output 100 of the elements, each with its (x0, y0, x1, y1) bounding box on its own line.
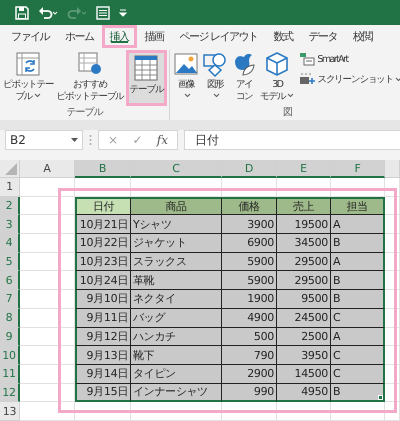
ribbon-button[interactable]: スクリーンショット (298, 70, 400, 88)
table-header-cell[interactable]: 日付 (75, 196, 131, 216)
column-header[interactable]: C (131, 160, 222, 178)
table-cell[interactable]: 10月23日 (75, 252, 131, 272)
table-cell[interactable]: ネクタイ (131, 290, 222, 309)
row-header[interactable]: 6 (0, 271, 20, 290)
table-cell[interactable]: 990 (222, 384, 277, 402)
table-cell[interactable]: 19500 (277, 215, 331, 234)
formula-field[interactable]: 日付 (184, 130, 400, 150)
column-header[interactable] (385, 160, 400, 178)
table-cell[interactable]: 9月11日 (75, 308, 131, 328)
grid-cell[interactable] (385, 346, 400, 365)
table-cell[interactable]: 5900 (222, 271, 277, 290)
table-cell[interactable]: スラックス (131, 252, 222, 272)
ribbon-button[interactable]: 図形 (201, 50, 230, 106)
table-header-cell[interactable]: 価格 (222, 196, 277, 216)
grid-cell[interactable] (222, 402, 277, 421)
row-header[interactable]: 13 (0, 402, 20, 421)
table-cell[interactable]: 790 (222, 346, 277, 365)
row-header[interactable]: 3 (0, 215, 20, 234)
grid-cell[interactable] (20, 402, 75, 421)
row-header[interactable]: 8 (0, 308, 20, 328)
formula-button[interactable]: fx (154, 133, 171, 147)
table-cell[interactable]: 10月21日 (75, 215, 131, 234)
ribbon-tab[interactable]: ページ レイアウト (172, 25, 266, 48)
grid-cell[interactable] (385, 252, 400, 272)
ribbon-button[interactable]: おすすめ ピボットテーブル (55, 50, 125, 106)
ribbon-tab[interactable]: ファイル (3, 25, 57, 48)
ribbon-tab[interactable]: データ (300, 25, 345, 48)
column-header[interactable]: F (331, 160, 385, 178)
table-cell[interactable]: B (331, 290, 385, 309)
grid-cell[interactable] (385, 178, 400, 197)
row-header[interactable]: 10 (0, 346, 20, 365)
table-cell[interactable]: ジャケット (131, 234, 222, 253)
grid-cell[interactable] (75, 402, 131, 421)
grid-cell[interactable] (385, 290, 400, 309)
table-cell[interactable]: バッグ (131, 308, 222, 328)
row-header[interactable]: 12 (0, 384, 20, 402)
table-cell[interactable]: インナーシャツ (131, 384, 222, 402)
table-cell[interactable]: 3950 (277, 346, 331, 365)
grid-cell[interactable] (385, 402, 400, 421)
table-cell[interactable]: ハンカチ (131, 328, 222, 346)
table-cell[interactable]: 9月14日 (75, 364, 131, 384)
ribbon-tab[interactable]: 挿入 (102, 25, 136, 48)
table-cell[interactable]: 2900 (222, 364, 277, 384)
grid-cell[interactable] (385, 384, 400, 402)
grid-cell[interactable] (277, 402, 331, 421)
table-cell[interactable]: 29500 (277, 252, 331, 272)
row-header[interactable]: 5 (0, 252, 20, 272)
select-all-icon[interactable] (5, 163, 17, 175)
ribbon-button[interactable]: SmartArt (298, 50, 400, 68)
grid-cell[interactable] (385, 271, 400, 290)
row-header[interactable]: 7 (0, 290, 20, 309)
table-cell[interactable]: タイピン (131, 364, 222, 384)
grid-cell[interactable] (331, 402, 385, 421)
table-cell[interactable]: 14500 (277, 364, 331, 384)
grip-icon[interactable] (89, 134, 92, 146)
table-cell[interactable]: 革靴 (131, 271, 222, 290)
row-header[interactable]: 11 (0, 364, 20, 384)
row-header[interactable]: 4 (0, 234, 20, 253)
ribbon-tab[interactable]: 数式 (266, 25, 300, 48)
ribbon-button[interactable]: ピボットテー ブル (2, 50, 54, 106)
table-cell[interactable]: 10月24日 (75, 271, 131, 290)
table-cell[interactable]: 5900 (222, 252, 277, 272)
save-icon[interactable] (15, 6, 29, 20)
ribbon-button[interactable]: テーブル (126, 50, 168, 106)
table-cell[interactable]: 9月13日 (75, 346, 131, 365)
grid-cell[interactable] (385, 196, 400, 216)
ribbon-tab[interactable]: ホーム (57, 25, 102, 48)
table-cell[interactable]: 靴下 (131, 346, 222, 365)
table-header-cell[interactable]: 商品 (131, 196, 222, 216)
grid-cell[interactable] (385, 215, 400, 234)
ribbon-button[interactable]: 3D モデル (259, 50, 296, 106)
table-cell[interactable]: 24500 (277, 308, 331, 328)
table-cell[interactable]: A (331, 328, 385, 346)
grid-cell[interactable] (385, 364, 400, 384)
table-cell[interactable]: A (331, 215, 385, 234)
column-header[interactable]: A (20, 160, 75, 178)
table-cell[interactable]: A (331, 252, 385, 272)
dropdown-icon[interactable] (71, 138, 78, 142)
table-cell[interactable]: 9月12日 (75, 328, 131, 346)
row-header[interactable]: 1 (0, 178, 20, 197)
table-cell[interactable]: B (331, 234, 385, 253)
table-cell[interactable]: 9500 (277, 290, 331, 309)
ribbon-button[interactable]: アイ コン (230, 50, 258, 106)
table-cell[interactable]: 29500 (277, 271, 331, 290)
table-cell[interactable]: C (331, 364, 385, 384)
table-header-cell[interactable]: 売上 (277, 196, 331, 216)
table-cell[interactable]: 4900 (222, 308, 277, 328)
column-header[interactable]: E (277, 160, 331, 178)
column-header[interactable]: B (75, 160, 131, 178)
ribbon-tab[interactable]: 校閲 (345, 25, 380, 48)
table-cell[interactable]: Yシャツ (131, 215, 222, 234)
undo-icon[interactable] (38, 6, 58, 20)
table-cell[interactable]: B (331, 384, 385, 402)
grid-cell[interactable] (385, 308, 400, 328)
grid-cell[interactable] (20, 178, 75, 197)
table-cell[interactable]: B (331, 271, 385, 290)
table-cell[interactable]: 9月15日 (75, 384, 131, 402)
table-cell[interactable]: 4950 (277, 384, 331, 402)
